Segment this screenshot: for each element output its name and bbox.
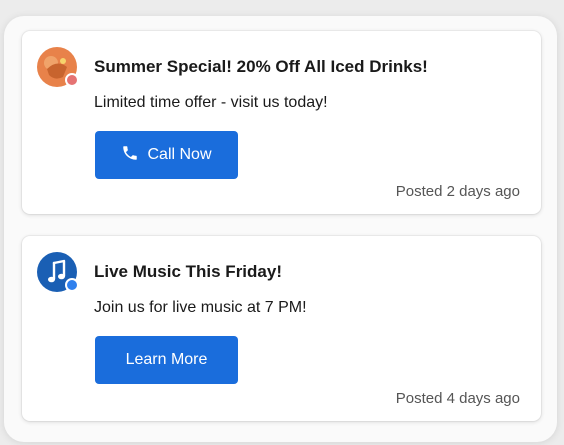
learn-more-label: Learn More <box>125 351 208 368</box>
notification-title: Summer Special! 20% Off All Iced Drinks! <box>94 57 428 76</box>
posted-timestamp: Posted 2 days ago <box>395 183 520 200</box>
posted-timestamp: Posted 4 days ago <box>395 390 520 407</box>
status-badge <box>65 73 79 87</box>
phone-icon <box>121 144 139 167</box>
notification-card[interactable]: Live Music This Friday! Join us for live… <box>22 236 541 421</box>
summer-drink-avatar-icon <box>37 47 79 87</box>
notification-card[interactable]: Summer Special! 20% Off All Iced Drinks!… <box>22 31 541 214</box>
status-badge <box>65 278 79 292</box>
call-now-button[interactable]: Call Now <box>95 131 238 179</box>
notification-message: Limited time offer - visit us today! <box>94 94 328 111</box>
call-now-label: Call Now <box>147 146 212 163</box>
learn-more-button[interactable]: Learn More <box>95 336 238 384</box>
music-note-avatar-icon <box>37 252 79 292</box>
notification-message: Join us for live music at 7 PM! <box>94 299 307 316</box>
notification-title: Live Music This Friday! <box>94 262 282 281</box>
